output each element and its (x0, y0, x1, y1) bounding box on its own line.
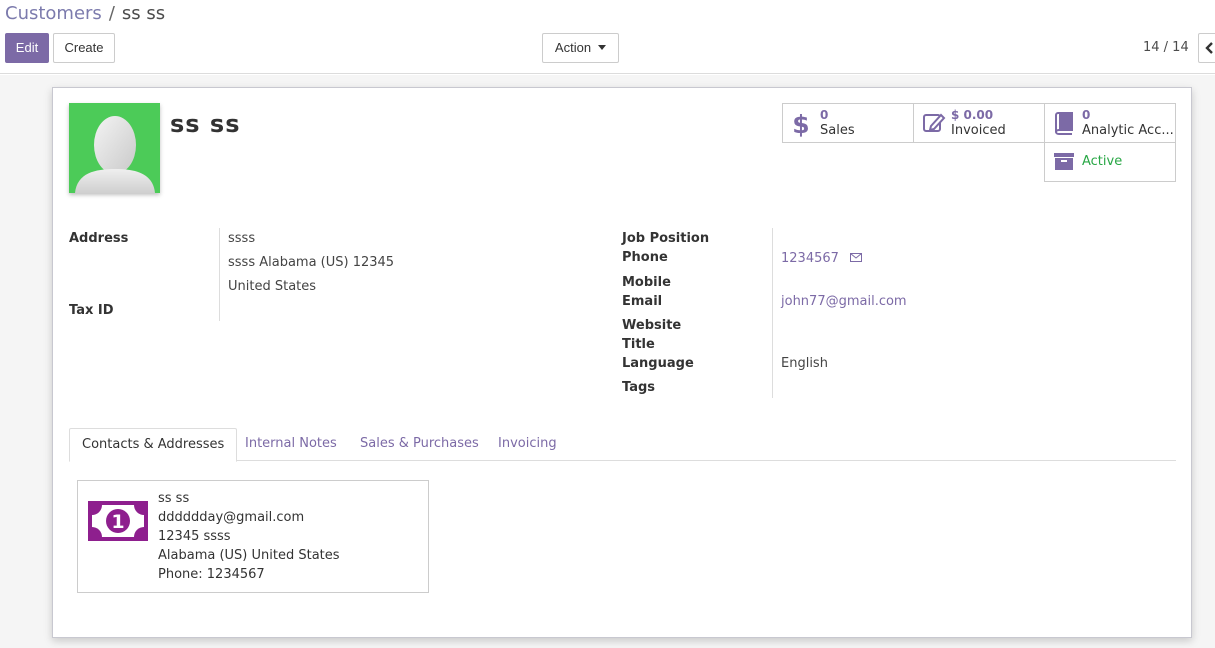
analytic-accounts-smart-button[interactable]: 0 Analytic Acc... (1044, 103, 1176, 143)
book-icon (1054, 112, 1073, 135)
money-bill-icon: 1 (88, 501, 148, 541)
action-dropdown[interactable]: Action (542, 33, 619, 63)
person-placeholder-icon (75, 116, 155, 193)
tab-contacts-addresses[interactable]: Contacts & Addresses (69, 428, 238, 462)
svg-text:$: $ (792, 111, 809, 137)
money-bill-digit: 1 (111, 511, 124, 533)
website-label: Website (622, 318, 682, 333)
address-country[interactable]: United States (228, 279, 316, 294)
partner-avatar[interactable] (69, 103, 160, 193)
invoiced-amount: $ 0.00 (951, 108, 994, 122)
envelope-icon[interactable] (850, 252, 862, 263)
active-label: Active (1082, 154, 1123, 169)
language-value[interactable]: English (781, 356, 828, 371)
dollar-icon: $ (792, 111, 809, 137)
tags-label: Tags (622, 380, 656, 395)
active-toggle-button[interactable]: Active (1044, 142, 1176, 182)
archive-icon (1054, 153, 1074, 170)
left-group-divider (219, 228, 220, 321)
language-label: Language (622, 356, 694, 371)
breadcrumb-customers-link[interactable]: Customers (5, 3, 102, 24)
invoiced-label: Invoiced (951, 123, 1006, 138)
breadcrumb-separator: / (108, 3, 115, 24)
breadcrumb-current: ss ss (121, 3, 166, 24)
control-panel: Customers / ss ss Edit Create Action 14 / … (0, 0, 1215, 74)
contact-card-email[interactable]: dddddday@gmail.com (158, 510, 304, 525)
tab-sales-purchases[interactable]: Sales & Purchases (348, 428, 491, 461)
form-sheet: ss ss $ 0 Sales $ 0.00 Invoiced 0 Analyt… (52, 87, 1192, 638)
form-view-area: ss ss $ 0 Sales $ 0.00 Invoiced 0 Analyt… (0, 75, 1215, 648)
action-dropdown-label: Action (554, 40, 592, 55)
sales-smart-button[interactable]: $ 0 Sales (782, 103, 914, 143)
invoiced-smart-button[interactable]: $ 0.00 Invoiced (913, 103, 1045, 143)
sales-count: 0 (820, 108, 829, 122)
address-city-state-zip[interactable]: ssss Alabama (US) 12345 (228, 255, 394, 270)
tab-internal-notes[interactable]: Internal Notes (233, 428, 349, 461)
partner-name: ss ss (170, 110, 241, 138)
job-position-label: Job Position (622, 231, 710, 246)
address-street[interactable]: ssss (228, 231, 255, 246)
pager-previous-button[interactable] (1198, 33, 1215, 63)
mobile-label: Mobile (622, 275, 671, 290)
pager-counter: 14 / 14 (1143, 40, 1189, 55)
right-group-divider (772, 228, 773, 398)
email-label: Email (622, 294, 663, 309)
phone-link[interactable]: 1234567 (781, 251, 839, 266)
contact-card-name: ss ss (158, 491, 190, 506)
contact-card[interactable]: 1 ss ss dddddday@gmail.com 12345 ssss Al… (77, 480, 429, 593)
analytic-count: 0 (1082, 108, 1091, 122)
breadcrumb: Customers / ss ss (5, 3, 165, 24)
email-link[interactable]: john77@gmail.com (781, 294, 907, 309)
create-button[interactable]: Create (53, 33, 115, 63)
edit-button[interactable]: Edit (5, 33, 49, 63)
chevron-left-icon (1205, 42, 1213, 54)
title-label: Title (622, 337, 655, 352)
tax-id-label: Tax ID (69, 303, 114, 318)
contact-card-region: Alabama (US) United States (158, 548, 340, 563)
caret-down-icon (598, 45, 607, 50)
phone-label: Phone (622, 250, 668, 265)
edit-icon (923, 113, 946, 132)
analytic-label: Analytic Acc... (1082, 123, 1174, 138)
address-label: Address (69, 231, 129, 246)
contact-card-street: 12345 ssss (158, 529, 231, 544)
sales-label: Sales (820, 123, 855, 138)
notebook-tabs: Contacts & Addresses Internal Notes Sale… (69, 428, 1176, 462)
contact-card-phone: Phone: 1234567 (158, 567, 265, 582)
tab-invoicing[interactable]: Invoicing (486, 428, 569, 461)
